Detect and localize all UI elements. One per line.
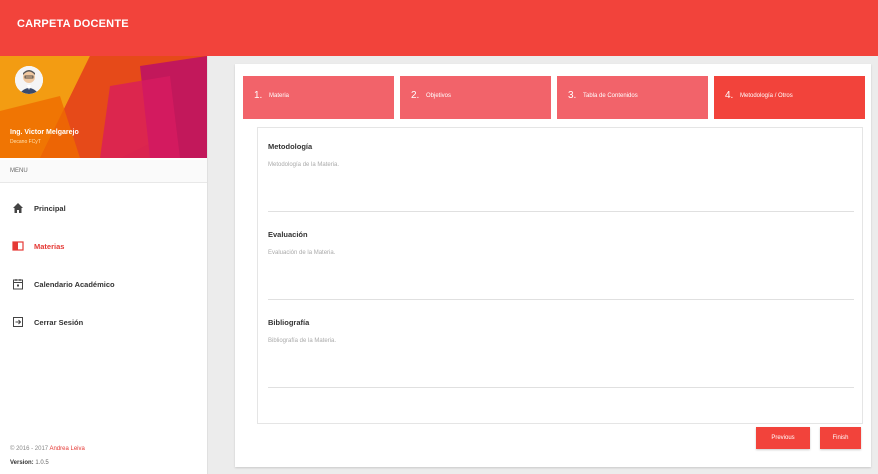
step-label: Tabla de Contenidos: [583, 93, 638, 99]
profile-header: Ing. Victor Melgarejo Decano FCyT: [0, 56, 207, 158]
book-icon: [12, 241, 24, 251]
app-bar: CARPETA DOCENTE: [0, 0, 878, 56]
step-number: 3.: [568, 90, 577, 101]
sidebar-item-cerrar-sesion[interactable]: Cerrar Sesión: [0, 304, 207, 342]
step-number: 2.: [411, 90, 420, 101]
step-objetivos[interactable]: 2. Objetivos: [400, 76, 551, 119]
form-panel: Metodología Evaluación Bibliografía: [257, 127, 863, 424]
field-metodologia: Metodología: [268, 130, 854, 215]
field-label: Evaluación: [268, 230, 308, 239]
logout-icon: [13, 317, 23, 327]
calendar-icon: [13, 279, 23, 290]
copyright-text: © 2016 - 2017: [10, 446, 49, 452]
finish-button[interactable]: Finish: [820, 427, 861, 449]
menu-header: MENU: [0, 160, 207, 183]
author-link[interactable]: Andrea Leiva: [49, 446, 84, 452]
step-metodologia[interactable]: 4. Metodología / Otros: [714, 76, 865, 119]
field-bibliografia: Bibliografía: [268, 306, 854, 391]
step-materia[interactable]: 1. Materia: [243, 76, 394, 119]
field-label: Metodología: [268, 142, 313, 151]
avatar[interactable]: [15, 66, 43, 94]
step-label: Metodología / Otros: [740, 93, 793, 99]
step-label: Materia: [269, 93, 290, 99]
bibliografia-input[interactable]: [268, 334, 854, 388]
field-evaluacion: Evaluación: [268, 218, 854, 303]
sidebar: Ing. Victor Melgarejo Decano FCyT MENU P…: [0, 56, 208, 474]
metodologia-input[interactable]: [268, 158, 854, 212]
copyright: © 2016 - 2017 Andrea Leiva: [10, 446, 85, 452]
evaluacion-input[interactable]: [268, 246, 854, 300]
sidebar-item-calendario[interactable]: Calendario Académico: [0, 266, 207, 304]
version-number: 1.0.5: [35, 460, 49, 466]
previous-button[interactable]: Previous: [756, 427, 810, 449]
sidebar-item-materias[interactable]: Materias: [0, 228, 207, 266]
sidebar-item-label: Materias: [34, 242, 65, 251]
step-label: Objetivos: [426, 93, 452, 99]
app-title: CARPETA DOCENTE: [17, 18, 129, 30]
step-number: 1.: [254, 90, 263, 101]
version: Version: 1.0.5: [10, 460, 49, 466]
version-label: Version:: [10, 460, 34, 466]
sidebar-item-label: Calendario Académico: [34, 280, 115, 289]
field-label: Bibliografía: [268, 318, 310, 327]
user-name: Ing. Victor Melgarejo: [10, 129, 79, 136]
user-role: Decano FCyT: [10, 139, 41, 145]
step-tabla-contenidos[interactable]: 3. Tabla de Contenidos: [557, 76, 708, 119]
sidebar-item-label: Principal: [34, 204, 66, 213]
sidebar-item-principal[interactable]: Principal: [0, 190, 207, 228]
home-icon: [13, 203, 23, 213]
step-number: 4.: [725, 90, 734, 101]
wizard-card: 1. Materia 2. Objetivos 3. Tabla de Cont…: [235, 64, 871, 467]
sidebar-item-label: Cerrar Sesión: [34, 318, 84, 327]
